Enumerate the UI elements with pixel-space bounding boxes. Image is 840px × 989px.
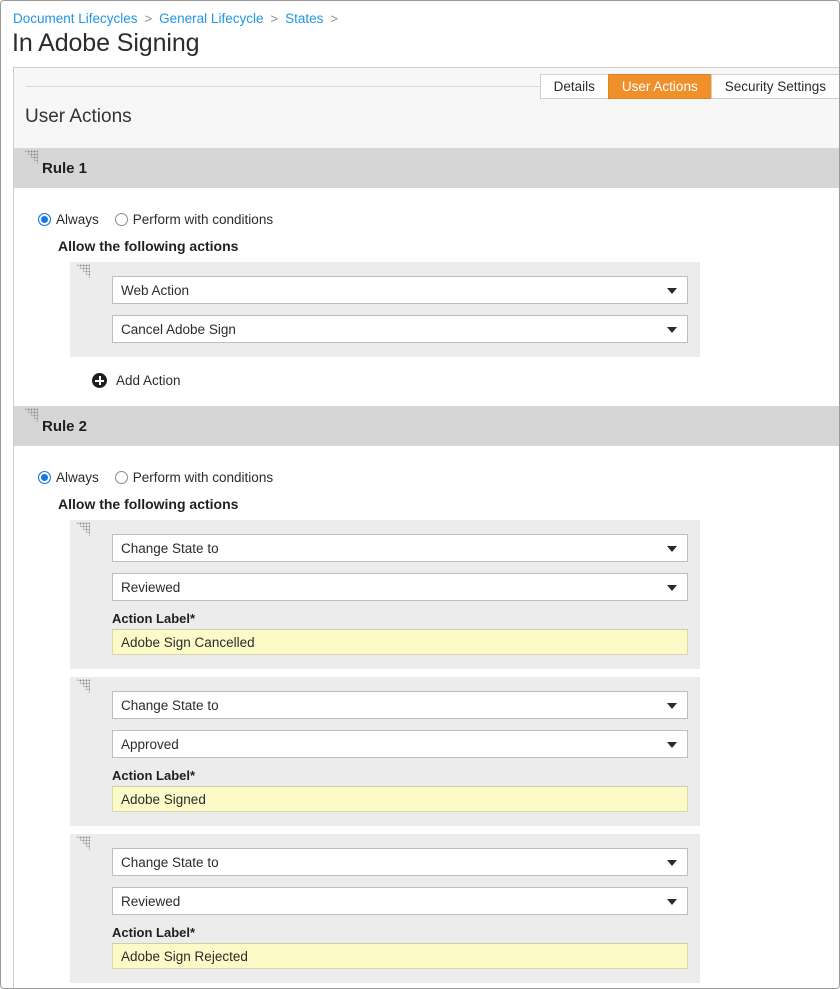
radio-perform-with-conditions[interactable] bbox=[115, 471, 128, 484]
tab-strip: DetailsUser ActionsSecurity Settings bbox=[540, 74, 840, 99]
rules-list: Rule 1 Always Perform with conditions Allow… bbox=[14, 148, 840, 989]
tab-strip-divider bbox=[26, 86, 560, 87]
action-fields: Web Action Cancel Adobe Sign bbox=[70, 276, 700, 343]
breadcrumb-link-1[interactable]: General Lifecycle bbox=[159, 9, 263, 29]
breadcrumb: Document Lifecycles > General Lifecycle > St… bbox=[13, 9, 345, 29]
select-value: Change State to bbox=[121, 855, 219, 870]
breadcrumb-separator: > bbox=[270, 9, 278, 29]
select-value: Reviewed bbox=[121, 580, 180, 595]
radio-perform-with-conditions-label[interactable]: Perform with conditions bbox=[133, 470, 273, 485]
action-fields: Change State to Reviewed Action Label* Adob… bbox=[70, 534, 700, 655]
application-window: Document Lifecycles > General Lifecycle > St… bbox=[0, 0, 840, 989]
action-group: Change State to Approved Action Label* Adob… bbox=[70, 677, 700, 826]
breadcrumb-link-2[interactable]: States bbox=[285, 9, 323, 29]
action-type-select[interactable]: Change State to bbox=[112, 691, 688, 719]
action-label-input[interactable]: Adobe Sign Rejected bbox=[112, 943, 688, 969]
drag-handle-icon[interactable] bbox=[76, 522, 90, 536]
tab-security-settings[interactable]: Security Settings bbox=[711, 74, 840, 99]
action-type-select[interactable]: Change State to bbox=[112, 534, 688, 562]
section-heading: User Actions bbox=[25, 104, 132, 130]
select-value: Approved bbox=[121, 737, 179, 752]
chevron-down-icon bbox=[667, 899, 677, 905]
drag-handle-icon[interactable] bbox=[24, 150, 38, 164]
action-label-field-label: Action Label* bbox=[112, 924, 688, 941]
tab-details[interactable]: Details bbox=[540, 74, 608, 99]
drag-handle-icon[interactable] bbox=[24, 408, 38, 422]
allow-actions-heading: Allow the following actions bbox=[14, 490, 840, 512]
breadcrumb-separator: > bbox=[145, 9, 153, 29]
chevron-down-icon bbox=[667, 742, 677, 748]
action-label-input[interactable]: Adobe Sign Cancelled bbox=[112, 629, 688, 655]
rule-body: Always Perform with conditions Allow the f… bbox=[14, 188, 840, 406]
rule-bottom-spacer bbox=[14, 983, 840, 989]
rule-title: Rule 1 bbox=[42, 160, 87, 177]
chevron-down-icon bbox=[667, 585, 677, 591]
rule-block: Rule 2 Always Perform with conditions Allow… bbox=[14, 406, 840, 989]
drag-handle-icon[interactable] bbox=[76, 264, 90, 278]
radio-always[interactable] bbox=[38, 213, 51, 226]
rule-title: Rule 2 bbox=[42, 418, 87, 435]
rule-condition-radio-group: Always Perform with conditions bbox=[14, 446, 840, 490]
action-type-select[interactable]: Change State to bbox=[112, 848, 688, 876]
radio-always[interactable] bbox=[38, 471, 51, 484]
main-content-panel: DetailsUser ActionsSecurity Settings Use… bbox=[13, 67, 840, 989]
action-target-select[interactable]: Reviewed bbox=[112, 887, 688, 915]
action-label-field-label: Action Label* bbox=[112, 610, 688, 627]
action-target-select[interactable]: Reviewed bbox=[112, 573, 688, 601]
rule-header: Rule 1 bbox=[14, 148, 840, 188]
action-type-select[interactable]: Web Action bbox=[112, 276, 688, 304]
action-label-field-label: Action Label* bbox=[112, 767, 688, 784]
action-target-select[interactable]: Approved bbox=[112, 730, 688, 758]
chevron-down-icon bbox=[667, 860, 677, 866]
drag-handle-icon[interactable] bbox=[76, 679, 90, 693]
drag-handle-icon[interactable] bbox=[76, 836, 90, 850]
action-group: Change State to Reviewed Action Label* Adob… bbox=[70, 520, 700, 669]
page-title: In Adobe Signing bbox=[12, 27, 199, 59]
plus-circle-icon bbox=[92, 373, 107, 388]
select-value: Reviewed bbox=[121, 894, 180, 909]
select-value: Cancel Adobe Sign bbox=[121, 322, 236, 337]
chevron-down-icon bbox=[667, 288, 677, 294]
select-value: Change State to bbox=[121, 698, 219, 713]
action-group: Web Action Cancel Adobe Sign bbox=[70, 262, 700, 357]
breadcrumb-link-0[interactable]: Document Lifecycles bbox=[13, 9, 138, 29]
radio-always-label[interactable]: Always bbox=[56, 470, 99, 485]
rule-condition-radio-group: Always Perform with conditions bbox=[14, 188, 840, 232]
select-value: Change State to bbox=[121, 541, 219, 556]
radio-perform-with-conditions[interactable] bbox=[115, 213, 128, 226]
tab-user-actions[interactable]: User Actions bbox=[608, 74, 711, 99]
add-action-button[interactable]: Add Action bbox=[14, 357, 840, 406]
action-fields: Change State to Reviewed Action Label* Adob… bbox=[70, 848, 700, 969]
action-fields: Change State to Approved Action Label* Adob… bbox=[70, 691, 700, 812]
chevron-down-icon bbox=[667, 546, 677, 552]
rule-header: Rule 2 bbox=[14, 406, 840, 446]
action-target-select[interactable]: Cancel Adobe Sign bbox=[112, 315, 688, 343]
radio-perform-with-conditions-label[interactable]: Perform with conditions bbox=[133, 212, 273, 227]
action-label-input[interactable]: Adobe Signed bbox=[112, 786, 688, 812]
allow-actions-heading: Allow the following actions bbox=[14, 232, 840, 254]
action-group: Change State to Reviewed Action Label* Adob… bbox=[70, 834, 700, 983]
select-value: Web Action bbox=[121, 283, 189, 298]
rule-block: Rule 1 Always Perform with conditions Allow… bbox=[14, 148, 840, 406]
chevron-down-icon bbox=[667, 703, 677, 709]
breadcrumb-separator: > bbox=[330, 9, 338, 29]
chevron-down-icon bbox=[667, 327, 677, 333]
rule-body: Always Perform with conditions Allow the f… bbox=[14, 446, 840, 989]
add-action-label: Add Action bbox=[116, 373, 181, 388]
radio-always-label[interactable]: Always bbox=[56, 212, 99, 227]
